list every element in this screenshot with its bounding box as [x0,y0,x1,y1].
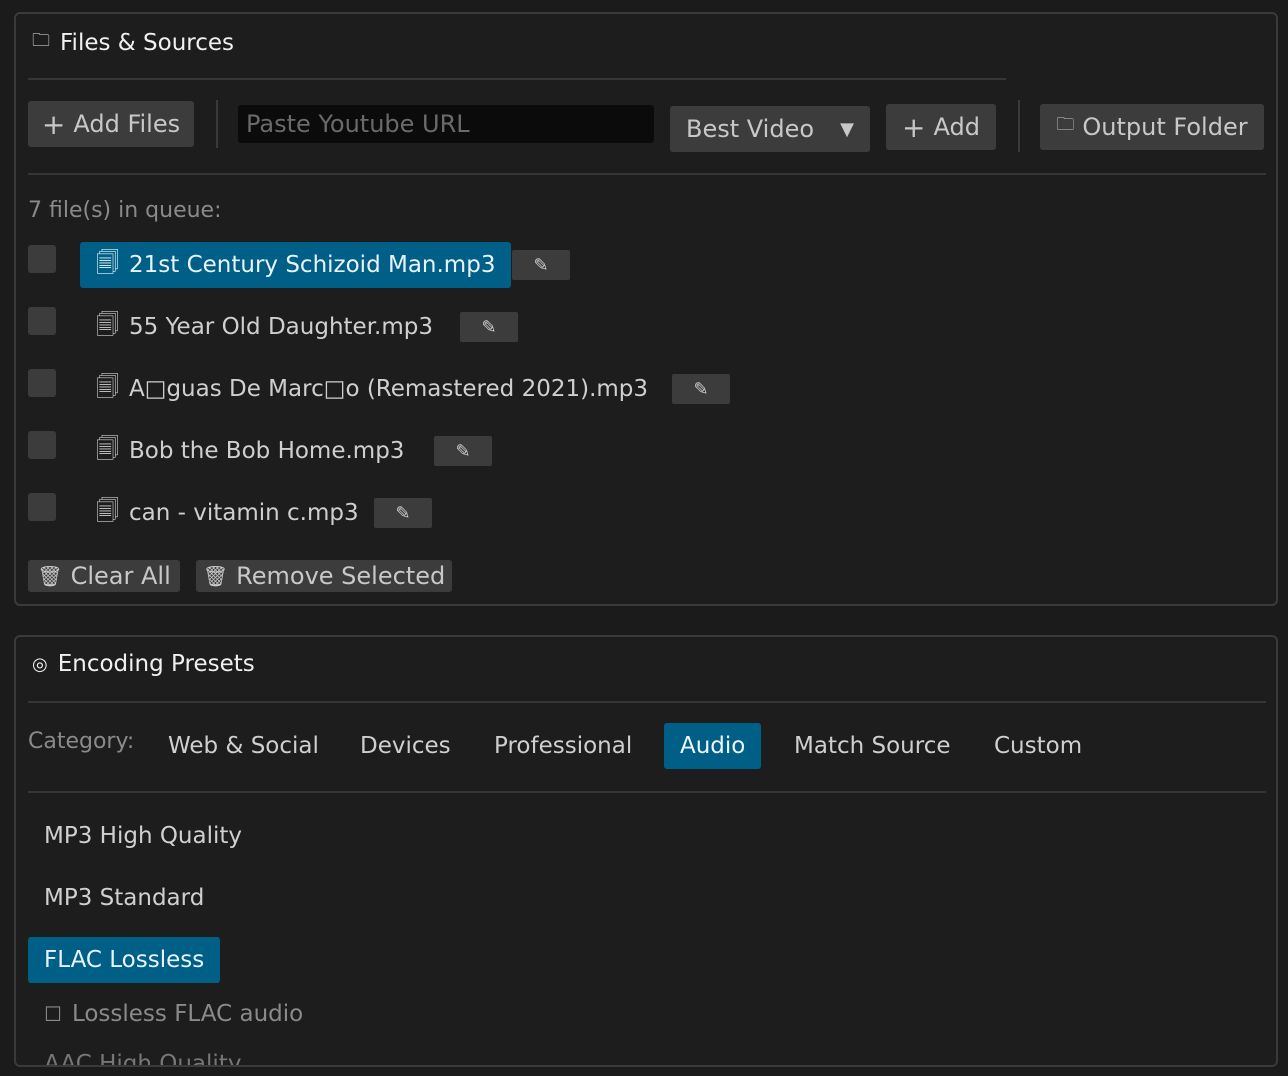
divider [28,78,1006,80]
quality-dropdown[interactable]: Best Video ▼ [670,106,870,152]
edit-icon: ✎ [395,502,411,524]
edit-icon: ✎ [481,316,497,338]
category-label: Category: [28,729,135,754]
edit-icon: ✎ [693,378,709,400]
preset-item[interactable]: FLAC Lossless [28,937,221,983]
file-item[interactable]: 🗐 A□guas De Marc□o (Remastered 2021).mp3 [80,366,664,412]
target-icon: ◎ [32,653,48,675]
youtube-url-input[interactable]: Paste Youtube URL [238,105,654,143]
file-checkbox[interactable] [28,369,56,397]
divider [28,701,1266,703]
tab-audio[interactable]: Audio [664,723,762,769]
file-item[interactable]: 🗐 55 Year Old Daughter.mp3 [80,304,449,350]
file-item[interactable]: 🗐 21st Century Schizoid Man.mp3 [80,242,512,288]
preset-item[interactable]: MP3 High Quality [28,813,258,859]
edit-icon: ✎ [455,440,471,462]
preset-item[interactable]: AAC High Quality [28,1041,257,1065]
edit-icon: ✎ [533,254,549,276]
files-sources-panel: 🗀 Files & Sources + Add Files Paste Youtu… [14,12,1278,606]
file-checkbox[interactable] [28,307,56,335]
folder-icon: 🗀 [1056,114,1075,135]
file-checkbox[interactable] [28,493,56,521]
preset-item[interactable]: MP3 Standard [28,875,220,921]
tab-match-source[interactable]: Match Source [778,723,967,769]
checkbox-icon: ☐ [44,1002,62,1026]
plus-icon: + [41,107,66,141]
file-item[interactable]: 🗐 can - vitamin c.mp3 [80,490,375,536]
encoding-presets-panel: ◎ Encoding Presets Category: Web & Socia… [14,635,1278,1067]
panel-title: ◎ Encoding Presets [32,651,255,677]
output-folder-button[interactable]: 🗀 Output Folder [1040,104,1264,150]
remove-selected-button[interactable]: 🗑 Remove Selected [196,560,452,592]
separator [216,100,218,148]
divider [28,173,1266,175]
edit-file-button[interactable]: ✎ [374,498,432,528]
plus-icon: + [902,110,926,144]
add-files-button[interactable]: + Add Files [28,101,194,147]
chevron-down-icon: ▼ [840,118,854,140]
add-url-button[interactable]: + Add [886,104,996,150]
tab-professional[interactable]: Professional [478,723,648,769]
document-icon: 🗐 [96,249,119,276]
tab-devices[interactable]: Devices [344,723,467,769]
file-checkbox[interactable] [28,245,56,273]
preset-description: ☐ Lossless FLAC audio [44,1001,304,1027]
tab-web-social[interactable]: Web & Social [152,723,335,769]
divider [28,791,1266,793]
folder-icon: 🗀 [32,30,50,51]
clear-all-button[interactable]: 🗑 Clear All [28,560,180,592]
trash-icon: 🗑 [37,564,63,588]
document-icon: 🗐 [96,497,119,524]
separator [1018,100,1020,152]
panel-title: 🗀 Files & Sources [32,30,235,56]
edit-file-button[interactable]: ✎ [512,250,570,280]
document-icon: 🗐 [96,311,119,338]
edit-file-button[interactable]: ✎ [434,436,492,466]
file-item[interactable]: 🗐 Bob the Bob Home.mp3 [80,428,420,474]
trash-icon: 🗑 [202,564,229,588]
edit-file-button[interactable]: ✎ [460,312,518,342]
queue-count: 7 file(s) in queue: [28,198,222,223]
document-icon: 🗐 [96,373,119,400]
file-checkbox[interactable] [28,431,56,459]
tab-custom[interactable]: Custom [978,723,1098,769]
document-icon: 🗐 [96,435,119,462]
edit-file-button[interactable]: ✎ [672,374,730,404]
